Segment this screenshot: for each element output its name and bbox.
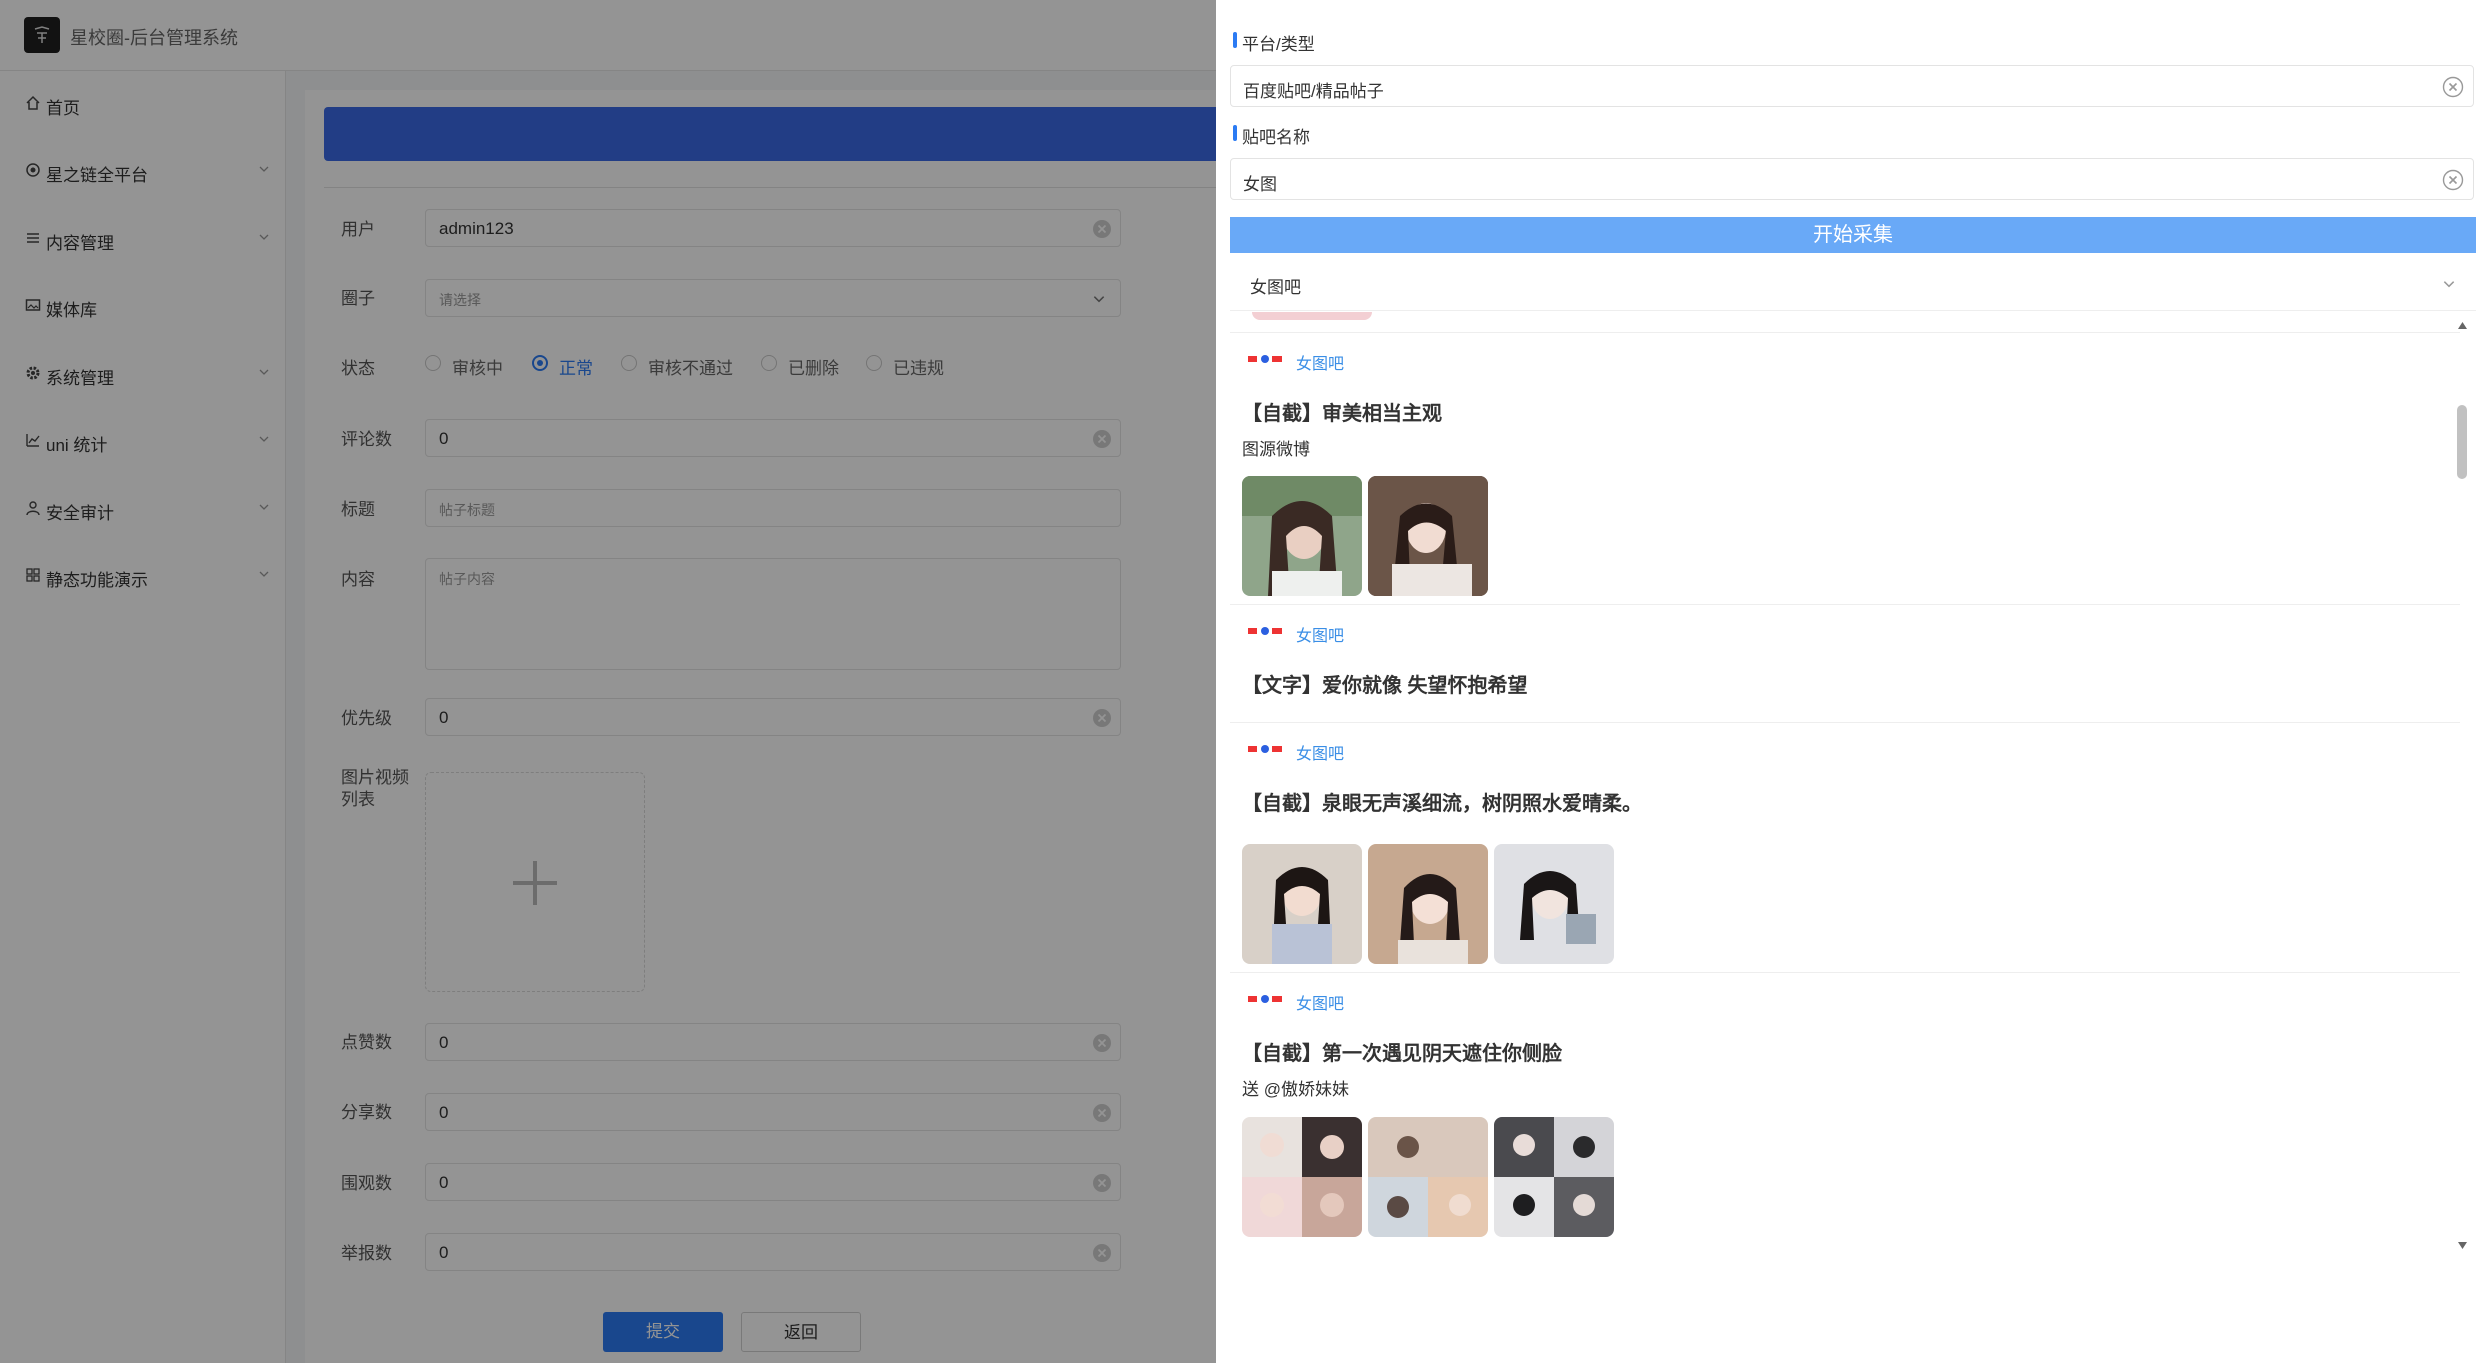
- baidu-logo-icon: [1248, 745, 1282, 753]
- post-item[interactable]: 女图吧 【自截】第一次遇见阴天遮住你侧脸 送 @傲娇妹妹: [1230, 972, 2460, 1245]
- post-image[interactable]: [1242, 844, 1362, 964]
- post-image[interactable]: [1494, 1117, 1614, 1237]
- post-list-scrollbar[interactable]: [2454, 312, 2470, 1252]
- post-list: 女图吧 【自截】审美相当主观 图源微博 女图吧 【文字】爱你就像 失望怀抱希望 …: [1230, 312, 2460, 1252]
- post-title: 【自截】审美相当主观: [1242, 403, 1442, 425]
- start-collect-button[interactable]: 开始采集: [1230, 217, 2476, 253]
- platform-section-title: 平台/类型: [1233, 30, 1315, 55]
- post-item[interactable]: 女图吧 【自截】审美相当主观 图源微博: [1230, 332, 2460, 605]
- chevron-down-icon: [2443, 281, 2455, 288]
- scrollbar-thumb[interactable]: [2457, 405, 2467, 479]
- bar-name-value: 女图: [1243, 175, 1277, 194]
- baidu-logo-icon: [1248, 627, 1282, 635]
- post-item[interactable]: 女图吧 【文字】爱你就像 失望怀抱希望: [1230, 604, 2460, 723]
- post-bar-link[interactable]: 女图吧: [1296, 622, 1344, 646]
- previous-post-image: [1252, 312, 1372, 320]
- bar-name-section-title: 贴吧名称: [1233, 123, 1310, 148]
- post-image[interactable]: [1242, 1117, 1362, 1237]
- collect-drawer: 平台/类型 百度贴吧/精品帖子 贴吧名称 女图 开始采集 女图吧 女图吧 【自截…: [1216, 0, 2488, 1363]
- post-image[interactable]: [1368, 476, 1488, 596]
- post-image[interactable]: [1242, 476, 1362, 596]
- post-title: 【文字】爱你就像 失望怀抱希望: [1242, 675, 1528, 697]
- modal-overlay[interactable]: [0, 0, 1216, 1363]
- platform-value: 百度贴吧/精品帖子: [1243, 82, 1384, 101]
- post-image[interactable]: [1368, 1117, 1488, 1237]
- post-image[interactable]: [1494, 844, 1614, 964]
- post-item[interactable]: 女图吧 【自截】泉眼无声溪细流，树阴照水爱晴柔。: [1230, 722, 2460, 973]
- post-title: 【自截】泉眼无声溪细流，树阴照水爱晴柔。: [1242, 793, 1642, 815]
- post-bar-link[interactable]: 女图吧: [1296, 740, 1344, 764]
- clear-icon[interactable]: [2442, 169, 2464, 191]
- baidu-logo-icon: [1248, 355, 1282, 363]
- post-desc: 送 @傲娇妹妹: [1242, 1080, 1349, 1099]
- platform-input[interactable]: 百度贴吧/精品帖子: [1230, 65, 2474, 107]
- bar-select[interactable]: 女图吧: [1230, 258, 2476, 311]
- post-image[interactable]: [1368, 844, 1488, 964]
- clear-icon[interactable]: [2442, 76, 2464, 98]
- scroll-down-icon[interactable]: [2458, 1242, 2467, 1249]
- post-bar-link[interactable]: 女图吧: [1296, 350, 1344, 374]
- scroll-up-icon[interactable]: [2458, 322, 2467, 329]
- post-title: 【自截】第一次遇见阴天遮住你侧脸: [1242, 1043, 1562, 1065]
- bar-name-input[interactable]: 女图: [1230, 158, 2474, 200]
- bar-select-value: 女图吧: [1250, 278, 1301, 297]
- baidu-logo-icon: [1248, 995, 1282, 1003]
- post-desc: 图源微博: [1242, 440, 1310, 459]
- post-bar-link[interactable]: 女图吧: [1296, 990, 1344, 1014]
